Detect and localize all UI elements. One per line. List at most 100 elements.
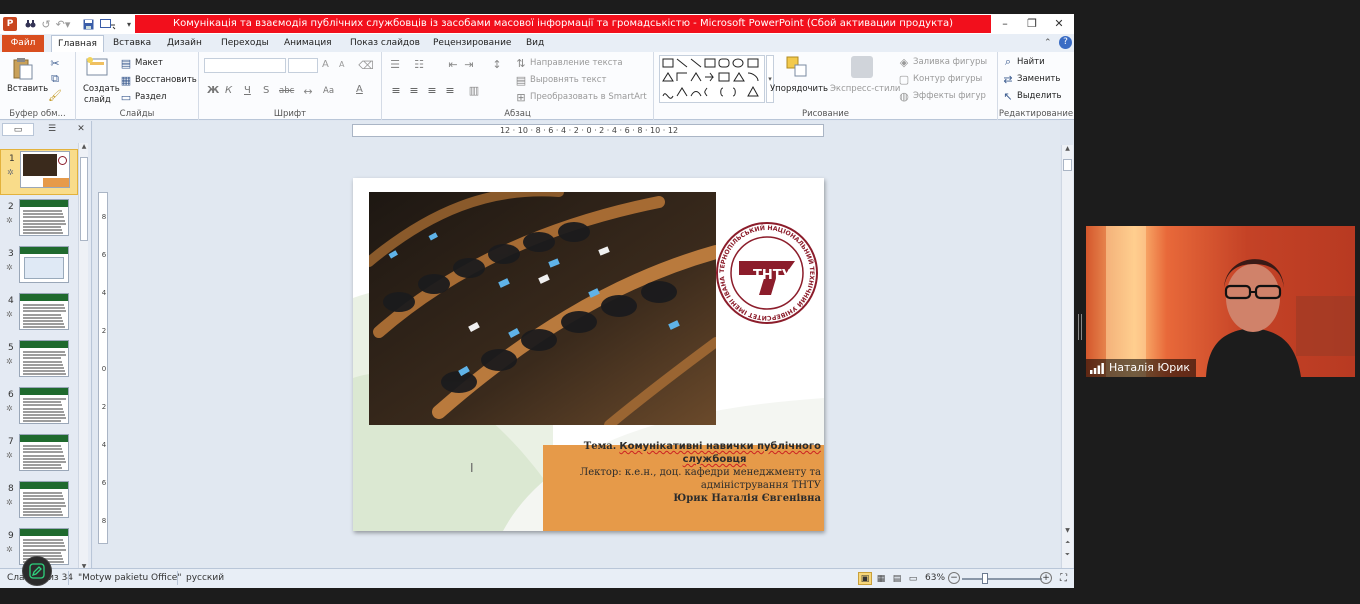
slide-thumbnail[interactable] bbox=[19, 293, 69, 330]
shape-outline-icon[interactable]: ▢ bbox=[898, 73, 910, 86]
zoom-in-icon[interactable]: + bbox=[1040, 572, 1052, 584]
char-spacing-icon[interactable]: ↔ bbox=[301, 84, 315, 98]
panel-scrollbar[interactable]: ▲ ▼ bbox=[78, 143, 88, 571]
zoom-slider[interactable] bbox=[962, 578, 1042, 580]
slide-1[interactable]: ТЕРНОПІЛЬСЬКИЙ НАЦІОНАЛЬНИЙ ТЕХНІЧНИЙ УН… bbox=[353, 178, 824, 531]
close-icon[interactable]: ✕ bbox=[1046, 16, 1072, 32]
slide-thumbnail-row[interactable]: 7 ✲ bbox=[0, 433, 78, 479]
arrange-button[interactable]: Упорядочить bbox=[770, 84, 828, 94]
scroll-up-icon[interactable]: ▲ bbox=[80, 143, 88, 151]
grow-font-button[interactable]: A bbox=[322, 59, 329, 70]
tab-insert[interactable]: Вставка bbox=[113, 35, 151, 52]
replace-icon[interactable]: ⇄ bbox=[1002, 73, 1014, 86]
align-left-icon[interactable]: ≡ bbox=[390, 84, 402, 97]
slide-thumbnail[interactable] bbox=[20, 151, 70, 188]
slide-thumbnail[interactable] bbox=[19, 481, 69, 518]
from-beginning-icon[interactable] bbox=[98, 17, 118, 31]
annotate-pen-button[interactable] bbox=[22, 556, 52, 586]
cut-icon[interactable]: ✂ bbox=[48, 56, 62, 70]
bold-button[interactable]: Ж bbox=[207, 85, 219, 96]
slide-thumbnail-row[interactable]: 5 ✲ bbox=[0, 339, 78, 385]
slideshow-view-icon[interactable]: ▭ bbox=[906, 572, 920, 585]
shape-effects-button[interactable]: Эффекты фигур bbox=[913, 91, 986, 101]
layout-button[interactable]: Макет bbox=[135, 58, 163, 68]
font-size-dropdown[interactable] bbox=[288, 58, 318, 73]
slide-sorter-icon[interactable]: ▦ bbox=[874, 572, 888, 585]
redo-icon[interactable]: ↺ bbox=[40, 17, 52, 31]
slide-thumbnail-row[interactable]: 6 ✲ bbox=[0, 386, 78, 432]
quick-styles-icon[interactable] bbox=[849, 54, 875, 80]
select-icon[interactable]: ↖ bbox=[1002, 90, 1014, 103]
binoculars-icon[interactable] bbox=[24, 17, 36, 31]
reset-icon[interactable]: ▦ bbox=[120, 74, 132, 87]
next-slide-icon[interactable]: ⏷ bbox=[1063, 551, 1072, 560]
shape-fill-icon[interactable]: ◈ bbox=[898, 56, 910, 69]
copy-icon[interactable]: ⧉ bbox=[48, 72, 62, 86]
bullets-icon[interactable]: ☰ bbox=[388, 58, 402, 71]
panel-close-icon[interactable]: ✕ bbox=[74, 123, 88, 136]
shrink-font-button[interactable]: A bbox=[339, 60, 344, 69]
split-view-handle[interactable] bbox=[1078, 314, 1082, 340]
tab-home[interactable]: Главная bbox=[51, 35, 104, 52]
main-scrollbar[interactable]: ▲ ▼ ⏶ ⏷ bbox=[1061, 145, 1073, 574]
powerpoint-app-icon[interactable]: P bbox=[3, 17, 17, 31]
quick-styles-button[interactable]: Экспресс-стили bbox=[830, 84, 900, 94]
arrange-icon[interactable] bbox=[784, 54, 810, 80]
main-scroll-thumb[interactable] bbox=[1063, 159, 1072, 171]
panel-scroll-thumb[interactable] bbox=[80, 157, 88, 241]
new-slide-label-2[interactable]: слайд bbox=[84, 95, 111, 105]
minimize-icon[interactable]: – bbox=[992, 16, 1018, 32]
zoom-out-icon[interactable]: − bbox=[948, 572, 960, 584]
align-center-icon[interactable]: ≡ bbox=[408, 84, 420, 97]
theme-name[interactable]: "Motyw pakietu Office" bbox=[78, 573, 181, 583]
font-name-dropdown[interactable] bbox=[204, 58, 286, 73]
clear-format-icon[interactable]: ⌫ bbox=[358, 58, 374, 72]
select-button[interactable]: Выделить bbox=[1017, 91, 1062, 101]
outline-tab[interactable]: ☰ bbox=[36, 123, 68, 136]
slide-thumbnail[interactable] bbox=[19, 387, 69, 424]
justify-icon[interactable]: ≡ bbox=[444, 84, 456, 97]
tab-review[interactable]: Рецензирование bbox=[433, 35, 511, 52]
help-icon[interactable]: ? bbox=[1059, 36, 1072, 49]
smartart-icon[interactable]: ⊞ bbox=[515, 91, 527, 104]
new-slide-label-1[interactable]: Создать bbox=[83, 84, 120, 94]
new-slide-icon[interactable] bbox=[86, 56, 110, 80]
font-color-button[interactable]: A bbox=[356, 84, 363, 95]
shape-effects-icon[interactable]: ◍ bbox=[898, 90, 910, 103]
section-icon[interactable]: ▭ bbox=[120, 91, 132, 104]
save-icon[interactable] bbox=[82, 17, 94, 31]
restore-icon[interactable]: ❐ bbox=[1019, 16, 1045, 32]
layout-icon[interactable]: ▤ bbox=[120, 57, 132, 70]
normal-view-icon[interactable]: ▣ bbox=[858, 572, 872, 585]
prev-slide-icon[interactable]: ⏶ bbox=[1063, 539, 1072, 548]
zoom-level[interactable]: 63% bbox=[925, 573, 945, 583]
slide-thumbnail[interactable] bbox=[19, 434, 69, 471]
shapes-more-icon[interactable]: ▾ bbox=[766, 55, 774, 103]
main-scroll-up-icon[interactable]: ▲ bbox=[1063, 145, 1072, 154]
language[interactable]: русский bbox=[186, 573, 224, 583]
change-case-button[interactable]: Aa bbox=[323, 86, 334, 96]
numbering-icon[interactable]: ☷ bbox=[412, 58, 426, 71]
slide-thumbnail-row[interactable]: 8 ✲ bbox=[0, 480, 78, 526]
columns-icon[interactable]: ▥ bbox=[468, 84, 480, 97]
slide-subtitle[interactable]: Тема. Комунікативні навички публічного с… bbox=[548, 440, 821, 505]
italic-button[interactable]: К bbox=[225, 85, 232, 96]
slide-thumbnail-row[interactable]: 1 ✲ bbox=[0, 149, 78, 195]
shape-outline-button[interactable]: Контур фигуры bbox=[913, 74, 982, 84]
slide-thumbnail-row[interactable]: 2 ✲ bbox=[0, 198, 78, 244]
fit-to-window-icon[interactable]: ⛶ bbox=[1057, 572, 1070, 585]
text-direction-icon[interactable]: ⇅ bbox=[515, 57, 527, 70]
tab-transitions[interactable]: Переходы bbox=[221, 35, 269, 52]
tab-design[interactable]: Дизайн bbox=[167, 35, 202, 52]
strikethrough-button[interactable]: abc bbox=[279, 86, 294, 96]
section-button[interactable]: Раздел bbox=[135, 92, 166, 102]
shadow-button[interactable]: S bbox=[263, 85, 269, 96]
slide-thumbnail[interactable] bbox=[19, 246, 69, 283]
decrease-indent-icon[interactable]: ⇤ bbox=[446, 58, 460, 71]
find-icon[interactable]: ⌕ bbox=[1002, 55, 1014, 68]
main-scroll-down-icon[interactable]: ▼ bbox=[1063, 527, 1072, 536]
increase-indent-icon[interactable]: ⇥ bbox=[462, 58, 476, 71]
tab-file[interactable]: Файл bbox=[2, 35, 44, 52]
text-direction-button[interactable]: Направление текста bbox=[530, 58, 623, 68]
line-spacing-icon[interactable]: ↕ bbox=[490, 58, 504, 71]
